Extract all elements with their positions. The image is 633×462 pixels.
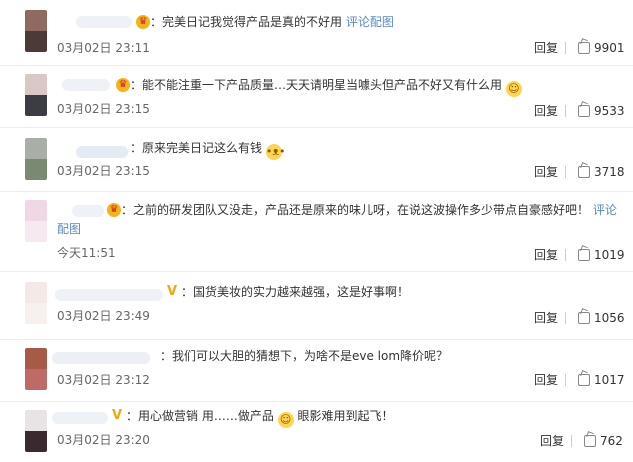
like-button[interactable]: 1056 [578,311,625,325]
reply-button[interactable]: 回复 [534,104,558,118]
thumbs-up-icon [578,42,590,54]
reply-button[interactable]: 回复 [534,41,558,55]
thumbs-up-icon [578,249,590,261]
divider [565,312,566,324]
username[interactable] [52,352,150,364]
username[interactable] [62,79,110,91]
comment-list: ♛ ：完美日记我觉得产品是真的不好用 评论配图 03月02日 23:11 回复 … [0,0,633,462]
avatar[interactable] [25,200,47,242]
avatar[interactable] [25,138,47,180]
smiley-emoji-icon: ☺ [277,412,294,428]
crown-icon: ♛ [136,15,150,29]
comment-item: ♛ ：之前的研发团队又没走，产品还是原来的味儿呀，在说这波操作多少带点自豪感好吧… [0,192,633,272]
avatar[interactable] [25,348,47,390]
like-count: 762 [600,434,623,448]
comment-item: ♛ ：完美日记我觉得产品是真的不好用 评论配图 03月02日 23:11 回复 … [0,0,633,66]
like-count: 1019 [594,248,625,262]
username[interactable] [76,146,128,158]
username[interactable] [55,289,163,301]
divider [571,435,572,447]
comment-time: 03月02日 23:11 [57,41,150,55]
comment-text: ：用心做营销 用……做产品 ☺ 眼影难用到起飞！ [126,409,394,428]
comment-text-continued: 配图 [57,220,81,238]
comment-time: 今天11:51 [57,246,116,260]
like-button[interactable]: 9901 [578,41,625,55]
thumbs-up-icon [578,105,590,117]
like-count: 9901 [594,41,625,55]
username[interactable] [72,205,104,217]
divider [565,42,566,54]
comment-time: 03月02日 23:15 [57,164,150,178]
like-count: 1056 [594,311,625,325]
avatar[interactable] [25,10,47,52]
like-button[interactable]: 9533 [578,104,625,118]
reply-button[interactable]: 回复 [534,165,558,179]
username[interactable] [52,412,108,424]
avatar[interactable] [25,282,47,324]
divider [565,166,566,178]
like-count: 9533 [594,104,625,118]
v-badge-icon: V [167,284,178,299]
like-count: 3718 [594,165,625,179]
divider [565,105,566,117]
thumbs-up-icon [584,435,596,447]
like-button[interactable]: 1019 [578,248,625,262]
comment-image-link[interactable]: 评论 [593,203,617,217]
divider [565,374,566,386]
sweat-emoji-icon: ☺ [505,81,522,97]
crown-icon: ♛ [107,203,121,217]
comment-item: ：我们可以大胆的猜想下，为啥不是eve lom降价呢？ 03月02日 23:12… [0,340,633,402]
comment-image-link[interactable]: 评论配图 [346,15,394,29]
comment-image-link[interactable]: 配图 [57,222,81,236]
thumbs-up-icon [578,312,590,324]
v-badge-icon: V [112,408,123,423]
comment-time: 03月02日 23:15 [57,102,150,116]
like-count: 1017 [594,373,625,387]
comment-text: ：我们可以大胆的猜想下，为啥不是eve lom降价呢？ [160,349,449,363]
comment-item: ♛ ：能不能注重一下产品质量…天天请明星当噱头但产品不好又有什么用 ☺ 03月0… [0,66,633,128]
comment-item: V ：用心做营销 用……做产品 ☺ 眼影难用到起飞！ 03月02日 23:20 … [0,402,633,462]
like-button[interactable]: 762 [584,434,623,448]
like-button[interactable]: 1017 [578,373,625,387]
comment-text: ：原来完美日记这么有钱 •ᴥ• [130,141,286,160]
comment-time: 03月02日 23:20 [57,433,150,447]
comment-text: ：之前的研发团队又没走，产品还是原来的味儿呀，在说这波操作多少带点自豪感好吧！ … [121,203,617,217]
thumbs-up-icon [578,374,590,386]
reply-button[interactable]: 回复 [534,311,558,325]
comment-item: V ：国货美妆的实力越来越强，这是好事啊！ 03月02日 23:49 回复 10… [0,272,633,340]
comment-time: 03月02日 23:49 [57,309,150,323]
dog-emoji-icon: •ᴥ• [265,144,286,160]
crown-icon: ♛ [116,78,130,92]
comment-item: ：原来完美日记这么有钱 •ᴥ• 03月02日 23:15 回复 3718 [0,128,633,192]
comment-text: ：完美日记我觉得产品是真的不好用 评论配图 [150,15,394,29]
reply-button[interactable]: 回复 [534,248,558,262]
divider [565,249,566,261]
comment-text: ：能不能注重一下产品质量…天天请明星当噱头但产品不好又有什么用 ☺ [130,76,522,97]
avatar[interactable] [25,410,47,452]
reply-button[interactable]: 回复 [540,434,564,448]
reply-button[interactable]: 回复 [534,373,558,387]
thumbs-up-icon [578,166,590,178]
comment-text: ：国货美妆的实力越来越强，这是好事啊！ [181,285,410,299]
username[interactable] [76,16,132,28]
comment-time: 03月02日 23:12 [57,373,150,387]
avatar[interactable] [25,74,47,116]
like-button[interactable]: 3718 [578,165,625,179]
